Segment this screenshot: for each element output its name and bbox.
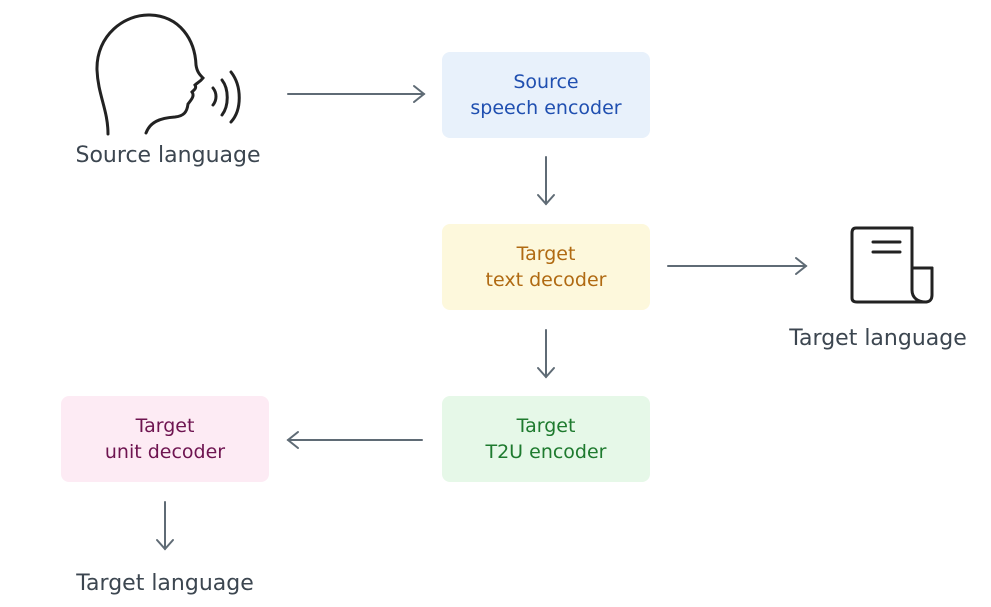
box-line2: text decoder xyxy=(485,269,607,291)
box-line1: Target xyxy=(516,415,576,437)
arrow-t2u-to-unit-decoder xyxy=(286,431,423,449)
box-line2: T2U encoder xyxy=(485,441,607,463)
arrow-source-to-text-decoder xyxy=(537,156,555,206)
box-line2: unit decoder xyxy=(104,441,226,463)
box-line1: Target xyxy=(135,415,195,437)
box-line1: Source xyxy=(513,71,579,93)
box-line1: Target xyxy=(516,243,576,265)
source-language-label: Source language xyxy=(75,143,261,168)
arrow-unit-decoder-to-output xyxy=(156,501,174,551)
document-icon xyxy=(850,226,934,304)
source-speech-encoder-box: Source speech encoder xyxy=(442,52,650,138)
text-output-language-label: Target language xyxy=(789,326,967,351)
arrow-text-decoder-to-t2u xyxy=(537,329,555,379)
speech-output-language-label: Target language xyxy=(76,571,254,596)
target-text-decoder-box: Target text decoder xyxy=(442,224,650,310)
target-unit-decoder-box: Target unit decoder xyxy=(61,396,269,482)
arrow-text-decoder-to-document xyxy=(667,257,808,275)
arrow-head-to-source-encoder xyxy=(287,85,426,103)
box-line2: speech encoder xyxy=(470,97,622,119)
target-t2u-encoder-box: Target T2U encoder xyxy=(442,396,650,482)
speaking-head-icon xyxy=(95,13,241,136)
